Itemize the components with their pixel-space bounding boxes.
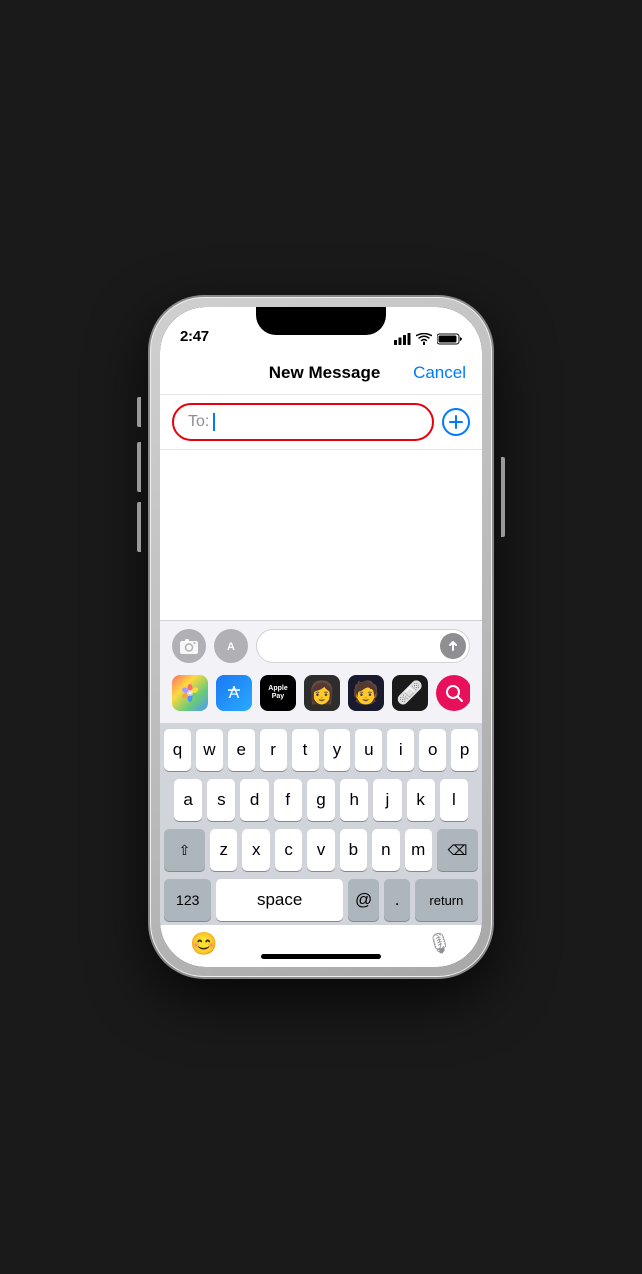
plus-icon <box>449 415 463 429</box>
appstore-button[interactable]: A <box>214 629 248 663</box>
phone-screen: 2:47 <box>160 307 482 967</box>
camera-icon <box>180 638 198 654</box>
send-button[interactable] <box>440 633 466 659</box>
camera-button[interactable] <box>172 629 206 663</box>
notch <box>256 307 386 335</box>
keyboard-row-4: 123 space @ . return <box>164 879 478 921</box>
key-s[interactable]: s <box>207 779 235 821</box>
status-time: 2:47 <box>180 328 209 345</box>
memoji1-icon[interactable]: 👩 <box>304 675 340 711</box>
key-m[interactable]: m <box>405 829 432 871</box>
screen-content: 2:47 <box>160 307 482 967</box>
bottom-bar: 😊 🎙 <box>160 925 482 967</box>
message-input-wrapper <box>256 629 470 663</box>
space-key[interactable]: space <box>216 879 342 921</box>
status-bar: 2:47 <box>160 307 482 351</box>
key-e[interactable]: e <box>228 729 255 771</box>
key-o[interactable]: o <box>419 729 446 771</box>
memoji2-icon[interactable]: 🧑 <box>348 675 384 711</box>
key-w[interactable]: w <box>196 729 223 771</box>
cancel-button[interactable]: Cancel <box>413 363 466 383</box>
key-x[interactable]: x <box>242 829 269 871</box>
silent-switch[interactable] <box>137 397 141 427</box>
memoji1-emoji: 👩 <box>308 680 335 706</box>
to-label: To: <box>188 413 209 431</box>
signal-icon <box>394 333 411 345</box>
shift-key[interactable]: ⇧ <box>164 829 205 871</box>
key-p[interactable]: p <box>451 729 478 771</box>
volume-down-button[interactable] <box>137 502 141 552</box>
key-v[interactable]: v <box>307 829 334 871</box>
key-k[interactable]: k <box>407 779 435 821</box>
key-t[interactable]: t <box>292 729 319 771</box>
key-j[interactable]: j <box>373 779 401 821</box>
search-icon <box>443 682 465 704</box>
message-toolbar: A <box>160 620 482 723</box>
nav-title: New Message <box>269 363 381 383</box>
hearts-icon[interactable]: 🩹 <box>392 675 428 711</box>
mic-button[interactable]: 🎙 <box>427 931 452 956</box>
keyboard: q w e r t y u i o p a s d f g <box>160 723 482 925</box>
memoji2-emoji: 🧑 <box>352 680 379 706</box>
key-y[interactable]: y <box>324 729 351 771</box>
keyboard-row-2: a s d f g h j k l <box>164 779 478 821</box>
phone-frame: 2:47 <box>150 297 492 977</box>
key-n[interactable]: n <box>372 829 399 871</box>
appstore-icon: A <box>223 638 239 654</box>
text-cursor <box>213 413 215 431</box>
key-i[interactable]: i <box>387 729 414 771</box>
add-contact-button[interactable] <box>442 408 470 436</box>
key-u[interactable]: u <box>355 729 382 771</box>
status-icons <box>394 333 462 345</box>
search-app-icon[interactable] <box>436 675 470 711</box>
app-icons-row: A ApplePay 👩 🧑 <box>172 671 470 715</box>
key-d[interactable]: d <box>240 779 268 821</box>
numbers-key[interactable]: 123 <box>164 879 211 921</box>
key-q[interactable]: q <box>164 729 191 771</box>
key-l[interactable]: l <box>440 779 468 821</box>
photos-app-icon[interactable] <box>172 675 208 711</box>
message-input[interactable] <box>256 629 470 663</box>
svg-text:A: A <box>227 641 235 653</box>
home-indicator <box>261 954 381 959</box>
applepay-icon[interactable]: ApplePay <box>260 675 296 711</box>
dot-key[interactable]: . <box>384 879 409 921</box>
key-c[interactable]: c <box>275 829 302 871</box>
hearts-emoji: 🩹 <box>396 680 423 706</box>
keyboard-row-3: ⇧ z x c v b n m ⌫ <box>164 829 478 871</box>
battery-icon <box>437 333 462 345</box>
return-key[interactable]: return <box>415 879 478 921</box>
key-f[interactable]: f <box>274 779 302 821</box>
key-a[interactable]: a <box>174 779 202 821</box>
key-h[interactable]: h <box>340 779 368 821</box>
toolbar-top-row: A <box>172 629 470 663</box>
nav-header: New Message Cancel <box>160 351 482 395</box>
to-input-field[interactable]: To: <box>172 403 434 441</box>
appstore-app-icon[interactable]: A <box>216 675 252 711</box>
key-r[interactable]: r <box>260 729 287 771</box>
photos-icon <box>178 681 202 705</box>
volume-up-button[interactable] <box>137 442 141 492</box>
message-body[interactable] <box>160 450 482 620</box>
emoji-button[interactable]: 😊 <box>190 931 217 957</box>
send-icon <box>447 640 459 652</box>
to-field-container: To: <box>160 395 482 450</box>
keyboard-row-1: q w e r t y u i o p <box>164 729 478 771</box>
key-g[interactable]: g <box>307 779 335 821</box>
wifi-icon <box>416 333 432 345</box>
applepay-label: ApplePay <box>268 685 287 702</box>
delete-key[interactable]: ⌫ <box>437 829 478 871</box>
key-b[interactable]: b <box>340 829 367 871</box>
power-button[interactable] <box>501 457 505 537</box>
key-z[interactable]: z <box>210 829 237 871</box>
at-key[interactable]: @ <box>348 879 380 921</box>
appstore-app-icon-img: A <box>223 682 245 704</box>
